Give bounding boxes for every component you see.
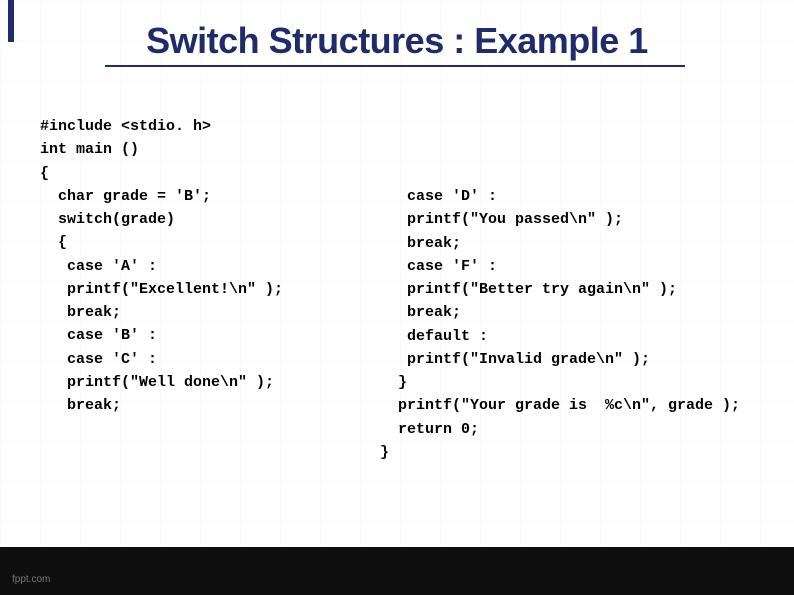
footer-brand: fppt.com (12, 574, 50, 585)
footer-bar: fppt.com (0, 547, 794, 595)
code-column-right: case 'D' : printf("You passed\n" ); brea… (380, 115, 774, 464)
title-underline (105, 65, 685, 67)
code-column-left: #include <stdio. h> int main () { char g… (40, 115, 380, 464)
slide-title: Switch Structures : Example 1 (0, 20, 794, 62)
slide-container: Switch Structures : Example 1 #include <… (0, 0, 794, 595)
code-area: #include <stdio. h> int main () { char g… (40, 115, 774, 464)
